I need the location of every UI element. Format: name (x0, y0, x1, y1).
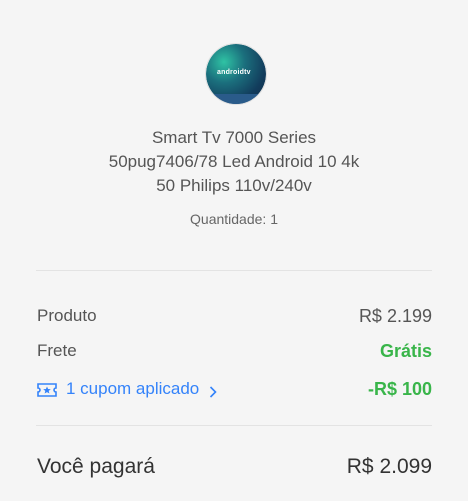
purchase-summary-panel: androidtv Smart Tv 7000 Series 50pug7406… (0, 0, 468, 501)
total-value: R$ 2.099 (346, 455, 432, 478)
shipping-label: Frete (37, 341, 77, 360)
divider-top (36, 270, 432, 271)
product-price-row: Produto R$ 2.199 (37, 304, 432, 328)
product-price-label: Produto (37, 306, 97, 325)
quantity-label: Quantidade: 1 (190, 211, 278, 227)
product-title-line-2: 50pug7406/78 Led Android 10 4k (108, 152, 360, 171)
shipping-row: Frete Grátis (37, 339, 432, 363)
product-title-line-1: Smart Tv 7000 Series (151, 128, 317, 147)
tv-screen-bar (206, 94, 266, 104)
coupon-label: 1 cupom aplicado (66, 379, 200, 398)
chevron-right-icon (209, 383, 217, 398)
coupon-row: 1 cupom aplicado -R$ 100 (37, 377, 432, 401)
total-label: Você pagará (37, 455, 155, 478)
discount-value: -R$ 100 (367, 378, 432, 399)
shipping-value: Grátis (379, 340, 432, 361)
android-tv-logo: androidtv (217, 69, 251, 76)
product-title-line-3: 50 Philips 110v/240v (156, 176, 312, 195)
ticket-star-icon (37, 382, 57, 397)
divider-bottom (36, 425, 432, 426)
product-price-value: R$ 2.199 (358, 305, 432, 326)
coupon-link[interactable]: 1 cupom aplicado (37, 379, 217, 399)
product-thumbnail: androidtv (205, 43, 267, 105)
product-title: Smart Tv 7000 Series 50pug7406/78 Led An… (40, 126, 428, 198)
total-row: Você pagará R$ 2.099 (37, 453, 432, 481)
